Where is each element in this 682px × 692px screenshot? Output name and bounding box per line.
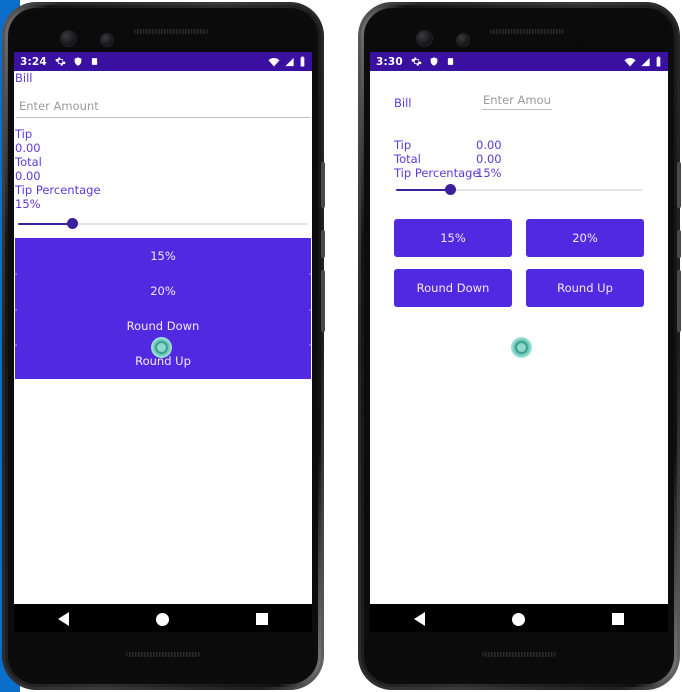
clipboard-icon <box>447 58 454 65</box>
status-bar-time: 3:30 <box>376 55 403 68</box>
status-bar-left-icons <box>55 56 99 67</box>
secondary-camera-icon <box>100 33 114 47</box>
proximity-sensor-icon <box>573 35 586 48</box>
shield-icon <box>430 57 438 66</box>
slider-thumb[interactable] <box>67 218 79 229</box>
touch-indicator-left <box>151 337 172 358</box>
back-icon[interactable] <box>413 612 425 626</box>
bill-label: Bill <box>15 71 33 85</box>
volume-down-button[interactable] <box>677 230 681 258</box>
battery-icon <box>656 56 661 67</box>
tip-value: 0.00 <box>15 141 41 155</box>
tip-20-button[interactable]: 20% <box>526 219 644 257</box>
bottom-speaker <box>126 652 200 657</box>
android-nav-bar-left <box>14 604 312 634</box>
tip-percentage-slider[interactable] <box>18 217 308 231</box>
tip-label: Tip <box>15 127 33 141</box>
round-down-button[interactable]: Round Down <box>394 269 512 307</box>
status-bar-right-icons <box>624 56 662 67</box>
bill-row: Bill <box>394 93 644 110</box>
tip-percentage-slider[interactable] <box>396 183 642 197</box>
recents-icon[interactable] <box>612 613 625 625</box>
total-label: Total <box>394 152 421 166</box>
amount-input[interactable] <box>16 97 310 118</box>
slider-thumb[interactable] <box>445 184 457 195</box>
tip-label: Tip <box>394 138 412 152</box>
tip-15-button[interactable]: 15% <box>15 238 311 273</box>
wifi-icon <box>624 57 636 66</box>
amount-input-wrapper <box>14 95 312 118</box>
summary-rows: Tip 0.00 Total 0.00 Tip Percentage 15% <box>394 138 644 180</box>
status-bar-left: 3:24 <box>14 52 312 71</box>
tip-slider-wrapper <box>14 211 312 231</box>
bill-label: Bill <box>394 96 412 110</box>
gear-icon <box>411 57 422 66</box>
clipboard-icon <box>91 58 98 65</box>
tip-percentage-value: 15% <box>15 197 41 211</box>
tip-percentage-row: Tip Percentage 15% <box>394 166 644 180</box>
front-camera-icon <box>60 30 77 47</box>
status-bar-right-icons <box>268 56 306 67</box>
proximity-sensor-icon <box>217 35 230 48</box>
content-stack-right: Bill Tip 0.00 Total 0.00 Tip <box>370 71 668 307</box>
wifi-icon <box>268 57 280 66</box>
cellular-signal-icon <box>641 57 650 66</box>
home-icon[interactable] <box>511 612 525 626</box>
status-bar-time: 3:24 <box>20 55 47 68</box>
slider-fill <box>396 189 453 191</box>
android-nav-bar-right <box>370 604 668 634</box>
round-up-button[interactable]: Round Up <box>526 269 644 307</box>
back-icon[interactable] <box>57 612 69 626</box>
tip-20-button[interactable]: 20% <box>15 273 311 308</box>
touch-indicator-right <box>511 337 532 358</box>
volume-up-button[interactable] <box>321 162 325 208</box>
status-bar-left-icons <box>411 56 455 67</box>
battery-icon <box>300 56 305 67</box>
tip-percentage-label: Tip Percentage <box>15 183 101 197</box>
volume-up-button[interactable] <box>677 162 681 208</box>
tip-percentage-value: 15% <box>476 166 502 180</box>
total-row: Total 0.00 <box>394 152 644 166</box>
content-stack-left: Bill Tip 0.00 Total 0.00 Tip Percentage … <box>14 71 312 231</box>
total-label: Total <box>15 155 42 169</box>
volume-down-button[interactable] <box>321 230 325 258</box>
total-value: 0.00 <box>15 169 41 183</box>
earpiece-speaker <box>490 29 564 34</box>
front-camera-icon <box>416 30 433 47</box>
earpiece-speaker <box>134 29 208 34</box>
bottom-bezel <box>12 632 314 680</box>
top-bezel <box>12 12 314 56</box>
recents-icon[interactable] <box>256 613 269 625</box>
bottom-bezel <box>368 632 670 680</box>
status-bar-right: 3:30 <box>370 52 668 71</box>
cellular-signal-icon <box>285 57 294 66</box>
action-button-grid: 15% 20% Round Down Round Up <box>394 219 644 307</box>
tip-15-button[interactable]: 15% <box>394 219 512 257</box>
amount-input[interactable] <box>482 93 552 110</box>
top-bezel <box>368 12 670 56</box>
home-icon[interactable] <box>155 612 169 626</box>
shield-icon <box>74 57 82 66</box>
gear-icon <box>55 57 66 66</box>
tip-row: Tip 0.00 <box>394 138 644 152</box>
tip-value: 0.00 <box>476 138 502 152</box>
secondary-camera-icon <box>456 33 470 47</box>
bottom-speaker <box>482 652 556 657</box>
tip-percentage-label: Tip Percentage <box>394 166 480 180</box>
total-value: 0.00 <box>476 152 502 166</box>
power-button[interactable] <box>677 270 681 332</box>
tip-slider-wrapper <box>394 183 644 197</box>
power-button[interactable] <box>321 270 325 332</box>
summary-rows: Tip 0.00 Total 0.00 Tip Percentage 15% <box>14 127 312 211</box>
screenshot-stage: 3:24 Bill Enter Amount Tip 0.00 Total 0.… <box>0 0 682 692</box>
